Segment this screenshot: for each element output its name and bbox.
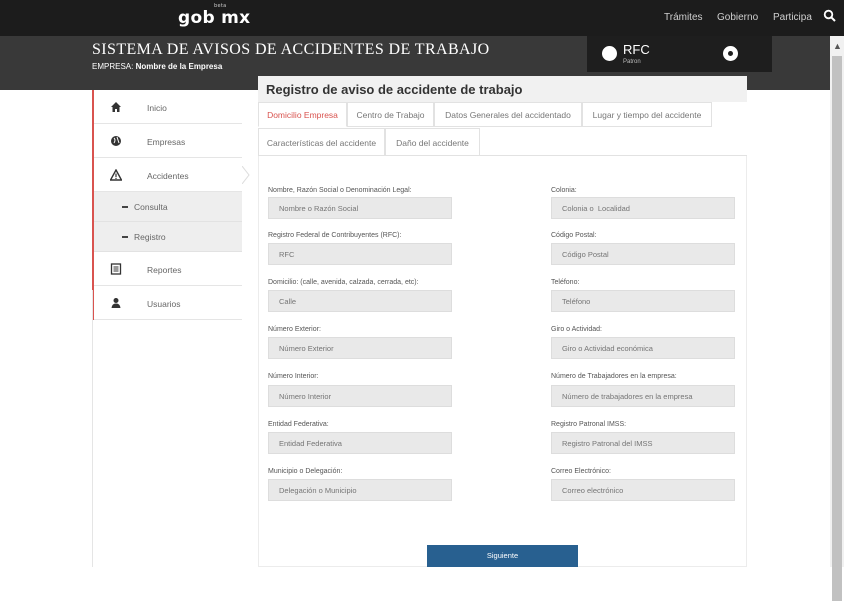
sidebar-item-empresas[interactable]: Empresas (94, 124, 242, 158)
sidebar-item-inicio[interactable]: Inicio (94, 90, 242, 124)
empresa-info: EMPRESA: Nombre de la Empresa (92, 62, 222, 71)
sidebar-item-label: Reportes (147, 265, 182, 275)
entidad-federativa-input[interactable] (268, 432, 452, 454)
rfc-field-label: Registro Federal de Contribuyentes (RFC)… (268, 232, 402, 239)
colonia-label: Colonia: (551, 187, 577, 194)
warning-icon (110, 169, 122, 181)
codigo-postal-label: Código Postal: (551, 232, 597, 239)
gobmx-topbar: gob mx beta Trámites Gobierno Participa (0, 0, 844, 36)
page-scrollbar[interactable]: ▲ (830, 36, 844, 601)
sidebar-item-label: Accidentes (147, 171, 189, 181)
telefono-label: Teléfono: (551, 279, 580, 286)
tab-caracteristicas[interactable]: Características del accidente (258, 128, 385, 156)
gobmx-logo-text: gob mx (178, 8, 251, 28)
giro-actividad-label: Giro o Actividad: (551, 326, 602, 333)
nombre-label: Nombre, Razón Social o Denominación Lega… (268, 187, 412, 194)
sidebar-nav: Inicio Empresas Accidentes Consulta Regi… (92, 90, 250, 320)
rfc-label: RFC (623, 42, 650, 57)
sidebar-item-label: Consulta (134, 202, 168, 212)
calle-input[interactable] (268, 290, 452, 312)
municipio-label: Municipio o Delegación: (268, 468, 343, 475)
colonia-input[interactable] (551, 197, 735, 219)
empresa-name: Nombre de la Empresa (135, 62, 223, 71)
siguiente-button[interactable]: Siguiente (427, 545, 578, 567)
numero-trabajadores-label: Número de Trabajadores en la empresa: (551, 373, 677, 380)
tab-domicilio-empresa[interactable]: Domicilio Empresa (258, 102, 347, 127)
numero-exterior-label: Número Exterior: (268, 326, 321, 333)
user-circle-icon (602, 46, 617, 61)
sidebar-spacer (92, 290, 242, 567)
municipio-input[interactable] (268, 479, 452, 501)
nombre-input[interactable] (268, 197, 452, 219)
entidad-federativa-label: Entidad Federativa: (268, 421, 329, 428)
registro-patronal-label: Registro Patronal IMSS: (551, 421, 627, 428)
telefono-input[interactable] (551, 290, 735, 312)
sidebar-item-label: Registro (134, 232, 166, 242)
sidebar-item-label: Empresas (147, 137, 186, 147)
numero-exterior-input[interactable] (268, 337, 452, 359)
numero-trabajadores-input[interactable] (551, 385, 735, 407)
domicilio-label: Domicilio: (calle, avenida, calzada, cer… (268, 279, 419, 286)
tab-lugar-tiempo[interactable]: Lugar y tiempo del accidente (582, 102, 712, 127)
rfc-box: RFC Patron (587, 36, 772, 72)
gobmx-logo[interactable]: gob mx beta (178, 3, 251, 28)
codigo-postal-input[interactable] (551, 243, 735, 265)
system-title: SISTEMA DE AVISOS DE ACCIDENTES DE TRABA… (92, 41, 490, 58)
dash-icon (122, 236, 128, 238)
correo-label: Correo Electrónico: (551, 468, 611, 475)
giro-actividad-input[interactable] (551, 337, 735, 359)
nav-participa[interactable]: Participa (773, 12, 812, 23)
sidebar-item-registro[interactable]: Registro (94, 222, 242, 252)
main-content: Registro de aviso de accidente de trabaj… (258, 72, 747, 567)
sidebar-item-label: Inicio (147, 103, 167, 113)
empresa-label: EMPRESA: (92, 62, 134, 71)
gear-icon[interactable] (723, 46, 738, 61)
home-icon (111, 102, 121, 112)
report-icon (110, 263, 122, 275)
scroll-thumb[interactable] (832, 56, 842, 601)
rfc-sublabel: Patron (623, 59, 641, 65)
scroll-up-icon[interactable]: ▲ (833, 41, 842, 51)
registro-patronal-input[interactable] (551, 432, 735, 454)
nav-tramites[interactable]: Trámites (664, 12, 703, 23)
tabs-row-2: Características del accidente Daño del a… (258, 128, 747, 156)
globe-icon (111, 136, 121, 146)
dash-icon (122, 206, 128, 208)
sidebar-item-accidentes[interactable]: Accidentes (94, 158, 250, 192)
sidebar-item-consulta[interactable]: Consulta (94, 192, 242, 222)
beta-badge: beta (214, 3, 227, 9)
page-title: Registro de aviso de accidente de trabaj… (258, 76, 747, 102)
search-icon[interactable] (823, 9, 837, 23)
tab-dano-accidente[interactable]: Daño del accidente (385, 128, 480, 156)
active-pointer-icon (242, 166, 250, 184)
sidebar-item-reportes[interactable]: Reportes (94, 252, 242, 286)
tab-datos-generales[interactable]: Datos Generales del accidentado (434, 102, 582, 127)
correo-input[interactable] (551, 479, 735, 501)
numero-interior-label: Número Interior: (268, 373, 319, 380)
nav-gobierno[interactable]: Gobierno (717, 12, 758, 23)
tabs-row-1: Domicilio Empresa Centro de Trabajo Dato… (258, 102, 747, 127)
rfc-input[interactable] (268, 243, 452, 265)
tab-centro-trabajo[interactable]: Centro de Trabajo (347, 102, 434, 127)
numero-interior-input[interactable] (268, 385, 452, 407)
